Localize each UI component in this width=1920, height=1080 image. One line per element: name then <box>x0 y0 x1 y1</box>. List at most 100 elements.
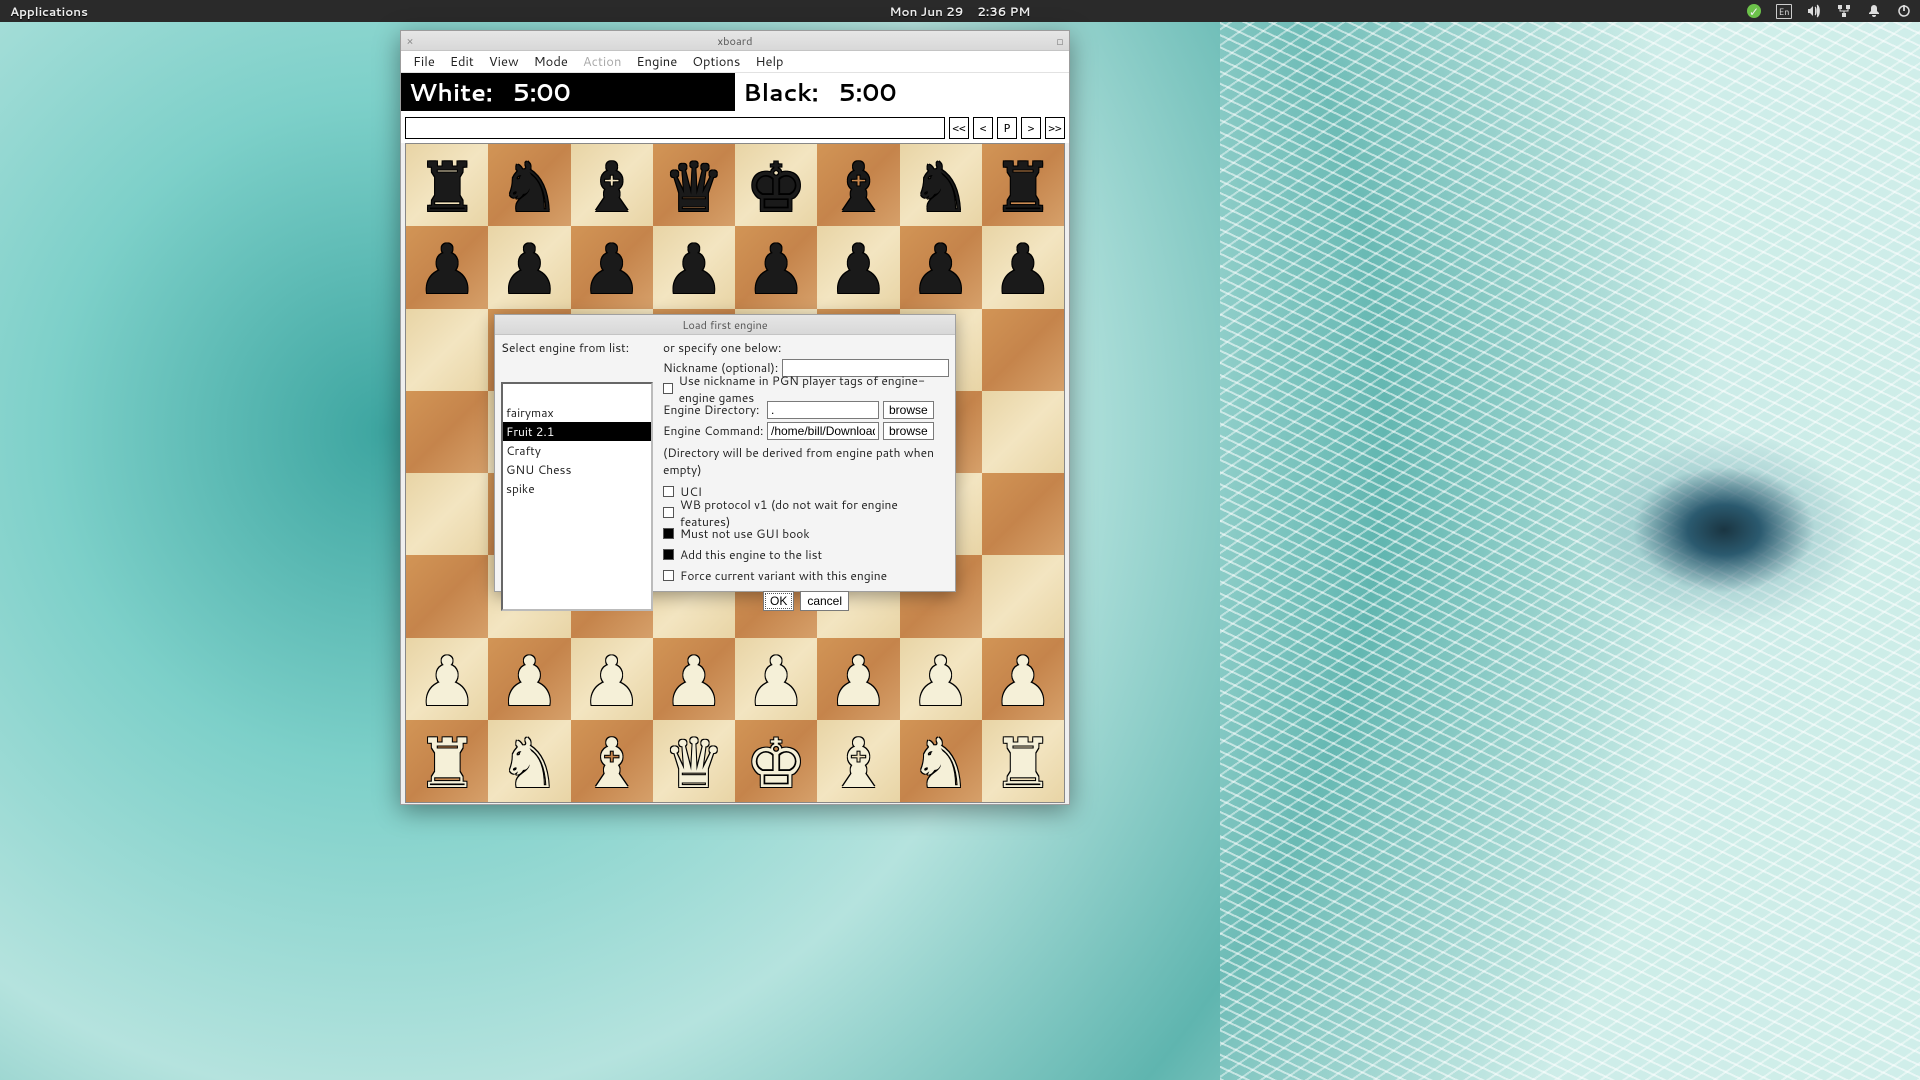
piece-wK[interactable]: ♚ <box>746 727 807 795</box>
piece-wP[interactable]: ♟ <box>663 645 724 713</box>
square-5-7[interactable] <box>982 555 1064 637</box>
square-1-7[interactable]: ♟ <box>982 226 1064 308</box>
square-7-3[interactable]: ♛ <box>653 720 735 802</box>
engine-cmd-input[interactable] <box>767 422 879 440</box>
square-7-2[interactable]: ♝ <box>571 720 653 802</box>
square-1-4[interactable]: ♟ <box>735 226 817 308</box>
square-6-5[interactable]: ♟ <box>817 638 899 720</box>
square-7-1[interactable]: ♞ <box>488 720 570 802</box>
close-icon[interactable]: × <box>401 33 419 49</box>
engine-item-2[interactable]: Crafty <box>503 441 651 460</box>
nav-lt[interactable]: < <box>973 117 993 139</box>
xboard-titlebar[interactable]: × xboard ▫ <box>401 31 1069 51</box>
notifications-icon[interactable] <box>1866 3 1882 19</box>
language-indicator[interactable]: En <box>1776 3 1792 19</box>
nav-ltlt[interactable]: << <box>949 117 969 139</box>
square-6-3[interactable]: ♟ <box>653 638 735 720</box>
square-0-1[interactable]: ♞ <box>488 144 570 226</box>
power-icon[interactable] <box>1896 3 1912 19</box>
square-5-0[interactable] <box>406 555 488 637</box>
piece-wP[interactable]: ♟ <box>581 645 642 713</box>
updates-icon[interactable]: ✓ <box>1746 3 1762 19</box>
piece-bP[interactable]: ♟ <box>663 233 724 301</box>
square-1-5[interactable]: ♟ <box>817 226 899 308</box>
square-2-7[interactable] <box>982 309 1064 391</box>
network-icon[interactable] <box>1836 3 1852 19</box>
engine-item-3[interactable]: GNU Chess <box>503 460 651 479</box>
nav-gtgt[interactable]: >> <box>1045 117 1065 139</box>
square-6-6[interactable]: ♟ <box>900 638 982 720</box>
ok-button[interactable]: OK <box>763 591 794 611</box>
piece-wB[interactable]: ♝ <box>828 727 889 795</box>
piece-wB[interactable]: ♝ <box>581 727 642 795</box>
menu-options[interactable]: Options <box>686 53 746 71</box>
piece-bP[interactable]: ♟ <box>992 233 1053 301</box>
piece-wR[interactable]: ♜ <box>417 727 478 795</box>
browse-cmd-button[interactable]: browse <box>883 422 934 440</box>
engine-item-1[interactable]: Fruit 2.1 <box>503 422 651 441</box>
piece-wR[interactable]: ♜ <box>992 727 1053 795</box>
menu-file[interactable]: File <box>407 53 441 71</box>
piece-bP[interactable]: ♟ <box>499 233 560 301</box>
square-1-0[interactable]: ♟ <box>406 226 488 308</box>
piece-wP[interactable]: ♟ <box>417 645 478 713</box>
applications-menu[interactable]: Applications <box>0 3 88 20</box>
square-1-2[interactable]: ♟ <box>571 226 653 308</box>
clock-area[interactable]: Mon Jun 292:36 PM <box>890 3 1031 20</box>
square-1-1[interactable]: ♟ <box>488 226 570 308</box>
nogui-checkbox[interactable] <box>663 528 674 539</box>
square-6-2[interactable]: ♟ <box>571 638 653 720</box>
menu-engine[interactable]: Engine <box>630 53 683 71</box>
square-7-0[interactable]: ♜ <box>406 720 488 802</box>
square-4-7[interactable] <box>982 473 1064 555</box>
piece-bB[interactable]: ♝ <box>581 151 642 219</box>
piece-bP[interactable]: ♟ <box>417 233 478 301</box>
square-1-6[interactable]: ♟ <box>900 226 982 308</box>
menu-help[interactable]: Help <box>749 53 789 71</box>
menu-edit[interactable]: Edit <box>444 53 480 71</box>
wbv1-checkbox[interactable] <box>663 507 674 518</box>
piece-wP[interactable]: ♟ <box>910 645 971 713</box>
nav-P[interactable]: P <box>997 117 1017 139</box>
piece-bN[interactable]: ♞ <box>910 151 971 219</box>
clock-black[interactable]: Black:5:00 <box>735 73 1069 111</box>
engine-listbox[interactable]: fairymaxFruit 2.1CraftyGNU Chessspike <box>501 382 653 611</box>
forcevar-checkbox[interactable] <box>663 570 674 581</box>
menu-view[interactable]: View <box>483 53 525 71</box>
piece-bR[interactable]: ♜ <box>992 151 1053 219</box>
square-2-0[interactable] <box>406 309 488 391</box>
dialog-title[interactable]: Load first engine <box>495 315 955 335</box>
message-field[interactable] <box>405 117 945 139</box>
piece-wP[interactable]: ♟ <box>828 645 889 713</box>
square-3-7[interactable] <box>982 391 1064 473</box>
square-4-0[interactable] <box>406 473 488 555</box>
square-0-7[interactable]: ♜ <box>982 144 1064 226</box>
piece-bQ[interactable]: ♛ <box>663 151 724 219</box>
piece-bN[interactable]: ♞ <box>499 151 560 219</box>
use-nickname-checkbox[interactable] <box>663 383 673 394</box>
cancel-button[interactable]: cancel <box>800 591 849 611</box>
square-7-5[interactable]: ♝ <box>817 720 899 802</box>
square-6-4[interactable]: ♟ <box>735 638 817 720</box>
piece-bP[interactable]: ♟ <box>910 233 971 301</box>
square-0-2[interactable]: ♝ <box>571 144 653 226</box>
addlist-checkbox[interactable] <box>663 549 674 560</box>
piece-wQ[interactable]: ♛ <box>663 727 724 795</box>
square-7-6[interactable]: ♞ <box>900 720 982 802</box>
volume-icon[interactable] <box>1806 3 1822 19</box>
piece-bR[interactable]: ♜ <box>417 151 478 219</box>
square-0-4[interactable]: ♚ <box>735 144 817 226</box>
square-6-1[interactable]: ♟ <box>488 638 570 720</box>
square-6-0[interactable]: ♟ <box>406 638 488 720</box>
browse-dir-button[interactable]: browse <box>883 401 934 419</box>
engine-item-4[interactable]: spike <box>503 479 651 498</box>
piece-wP[interactable]: ♟ <box>992 645 1053 713</box>
square-0-5[interactable]: ♝ <box>817 144 899 226</box>
engine-item-0[interactable]: fairymax <box>503 403 651 422</box>
engine-dir-input[interactable] <box>767 401 879 419</box>
piece-bK[interactable]: ♚ <box>746 151 807 219</box>
square-6-7[interactable]: ♟ <box>982 638 1064 720</box>
square-0-6[interactable]: ♞ <box>900 144 982 226</box>
square-0-3[interactable]: ♛ <box>653 144 735 226</box>
square-3-0[interactable] <box>406 391 488 473</box>
